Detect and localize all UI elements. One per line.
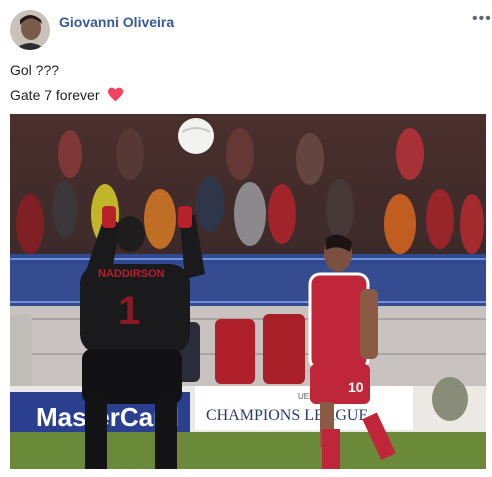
- board-competition: CHAMPIONS LEAGUE: [206, 407, 368, 424]
- author-name[interactable]: Giovanni Oliveira: [59, 14, 174, 30]
- author-avatar[interactable]: [10, 10, 50, 50]
- keeper-name: NADDIRSON: [98, 268, 165, 280]
- pitch: [10, 432, 486, 469]
- football: [178, 118, 214, 154]
- post-text-line2-label: Gate 7 forever: [10, 87, 100, 103]
- more-options-icon[interactable]: •••: [472, 10, 492, 28]
- heart-icon: [107, 87, 124, 105]
- player-number: 10: [348, 379, 364, 395]
- post-photo[interactable]: MasterCard UEFA CHAMPIONS LEAGUE NADDIRS…: [10, 114, 486, 469]
- keeper-number: 1: [118, 289, 140, 333]
- post-text-line2: Gate 7 forever: [10, 87, 124, 105]
- post-text-line1: Gol ???: [10, 62, 60, 78]
